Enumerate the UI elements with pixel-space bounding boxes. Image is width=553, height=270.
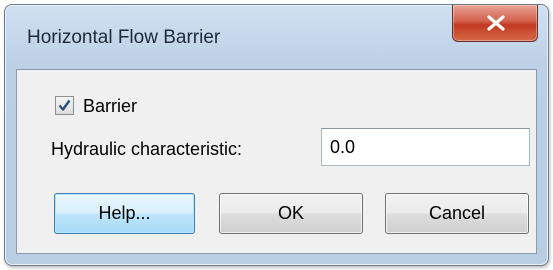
close-button[interactable] [452, 5, 538, 42]
dialog-window: Horizontal Flow Barrier Barrier Hydrauli… [4, 4, 549, 266]
hydraulic-characteristic-input[interactable] [321, 128, 530, 166]
cancel-button[interactable]: Cancel [385, 193, 529, 234]
dialog-content: Barrier Hydraulic characteristic: Help..… [16, 69, 537, 254]
hydraulic-characteristic-label: Hydraulic characteristic: [51, 139, 243, 159]
close-icon [487, 15, 505, 31]
barrier-checkbox[interactable] [55, 96, 74, 115]
ok-button[interactable]: OK [219, 193, 363, 234]
check-icon [58, 99, 71, 111]
window-title: Horizontal Flow Barrier [27, 27, 221, 48]
barrier-label[interactable]: Barrier [83, 96, 137, 117]
help-button[interactable]: Help... [54, 193, 195, 234]
